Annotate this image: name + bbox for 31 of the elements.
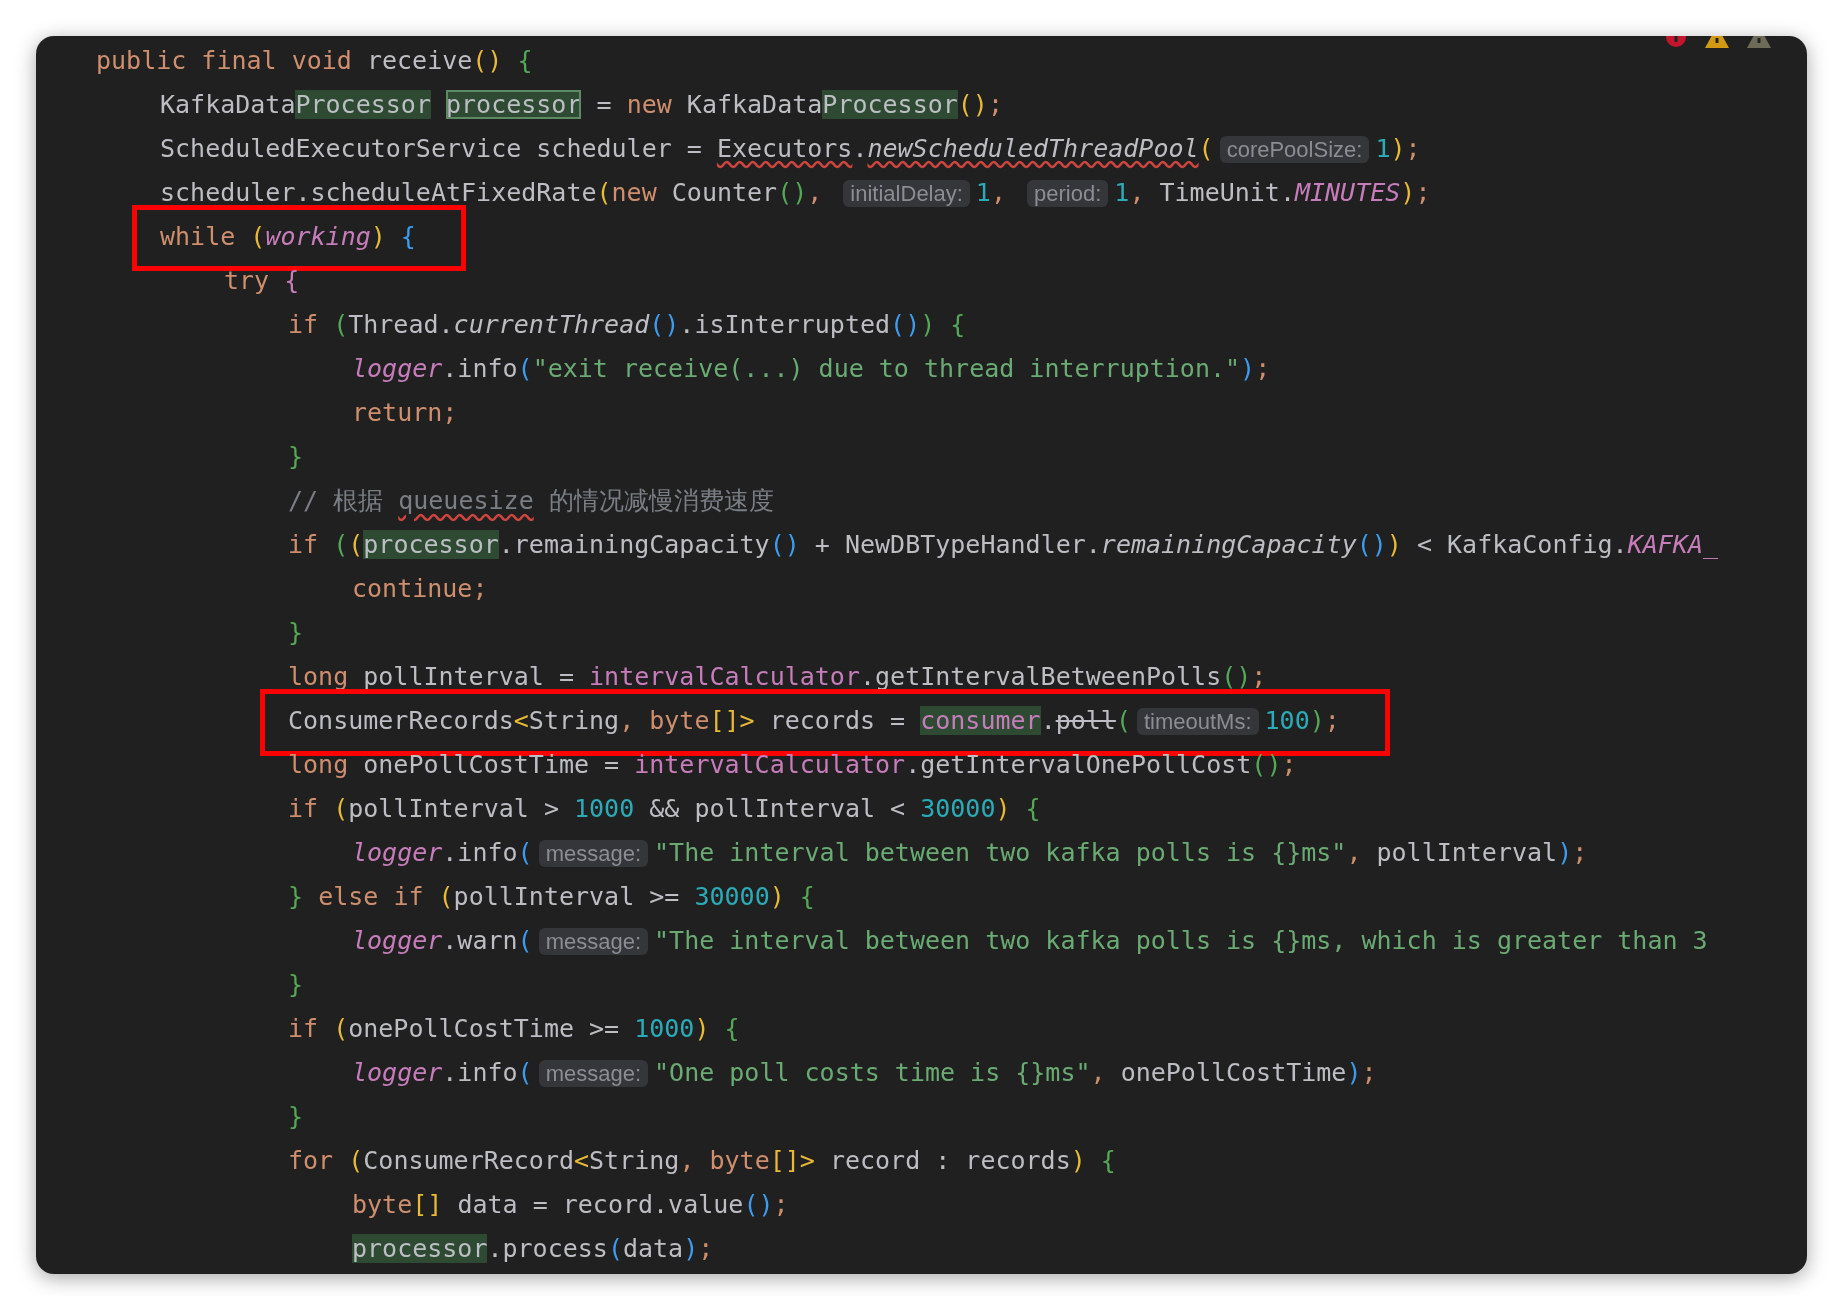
code-line: }	[288, 969, 304, 1001]
code-line: logger.info( message: "The interval between two kafka polls is {}ms", pollInterval);	[352, 836, 1588, 869]
code-line: }	[288, 617, 304, 649]
code-line: if (Thread.currentThread().isInterrupted()) {	[288, 309, 966, 341]
warning-icon[interactable]	[1705, 36, 1729, 48]
code-line: // 根据 queuesize 的情况减慢消费速度	[288, 485, 774, 517]
code-line: ScheduledExecutorService scheduler = Executors.newScheduledThreadPool( corePoolSize: 1);	[160, 132, 1421, 165]
code-line: KafkaDataProcessor processor = new KafkaDataProcessor();	[160, 89, 1003, 121]
code-line: processor.process(data);	[352, 1233, 714, 1265]
code-line: if ((processor.remainingCapacity() + NewDBTypeHandler.remainingCapacity()) < KafkaConfig.KAFKA_	[288, 529, 1718, 561]
code-line: if (onePollCostTime >= 1000) {	[288, 1013, 740, 1045]
code-line: long pollInterval = intervalCalculator.getIntervalBetweenPolls();	[288, 661, 1267, 693]
error-icon[interactable]	[1665, 36, 1687, 48]
code-line: if (pollInterval > 1000 && pollInterval < 30000) {	[288, 793, 1041, 825]
code-line: continue;	[352, 573, 488, 605]
code-line: while (working) {	[160, 221, 416, 253]
code-line: logger.warn( message: "The interval between two kafka polls is {}ms, which is greater than 3	[352, 924, 1708, 957]
code-line: }	[288, 1101, 304, 1133]
code-line: byte[] data = record.value();	[352, 1189, 789, 1221]
code-line: scheduler.scheduleAtFixedRate(new Counter(), initialDelay: 1, period: 1, TimeUnit.MINUTES);	[160, 176, 1431, 209]
code-line: long onePollCostTime = intervalCalculator.getIntervalOnePollCost();	[288, 749, 1297, 781]
code-line: return;	[352, 397, 458, 429]
code-line: public final void receive() {	[96, 45, 533, 77]
code-line: for (ConsumerRecord<String, byte[]> record : records) {	[288, 1145, 1116, 1177]
code-line: try {	[224, 265, 300, 297]
code-line: } else if (pollInterval >= 30000) {	[288, 881, 815, 913]
code-line: }	[288, 441, 304, 473]
code-line: logger.info( message: "One poll costs time is {}ms", onePollCostTime);	[352, 1056, 1377, 1089]
code-line: ConsumerRecords<String, byte[]> records = consumer.poll( timeoutMs: 100);	[288, 704, 1340, 737]
warning-icon[interactable]	[1747, 36, 1771, 48]
code-line: logger.info("exit receive(...) due to thread interruption.");	[352, 353, 1271, 385]
